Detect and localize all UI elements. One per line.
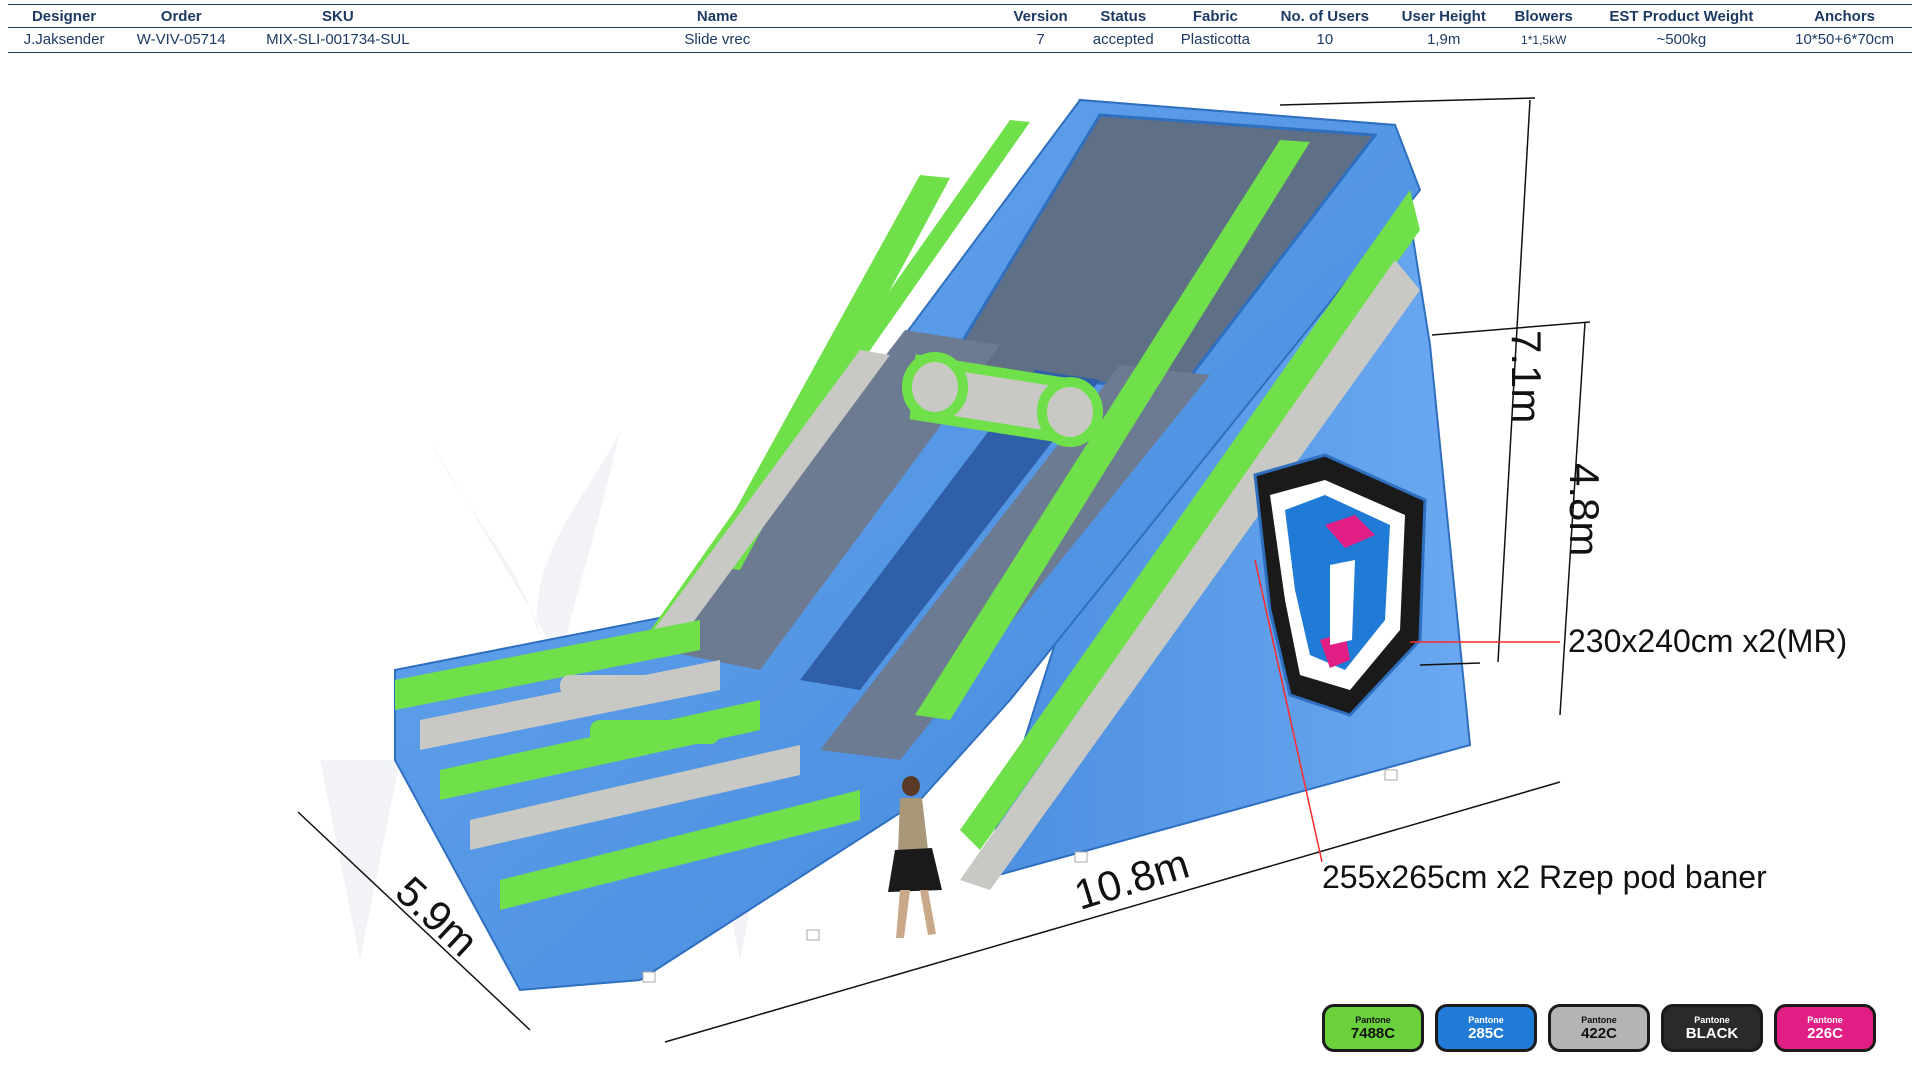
value-designer: J.Jaksender [8,27,121,53]
header-anchors: Anchors [1777,4,1912,28]
swatch-code: 422C [1581,1024,1617,1042]
value-users: 10 [1264,27,1386,53]
swatch-code: 226C [1807,1024,1843,1042]
spec-header-row: Designer Order SKU Name Version Status F… [8,4,1912,28]
swatch-label: Pantone [1468,1014,1504,1025]
header-version: Version [1001,4,1080,28]
pantone-swatch-226c: Pantone 226C [1774,1004,1876,1052]
slide-drawing: 7.1m 4.8m 10.8m 5.9m 230x240cm x2(MR) 25… [297,97,1847,1043]
value-blowers: 1*1,5kW [1501,27,1586,53]
swatch-code: BLACK [1685,1024,1739,1042]
swatch-code: 285C [1468,1024,1504,1042]
header-designer: Designer [8,4,121,28]
header-user-height: User Height [1385,4,1502,28]
spec-value-row: J.Jaksender W-VIV-05714 MIX-SLI-001734-S… [8,27,1912,53]
value-sku: MIX-SLI-001734-SUL [242,27,434,53]
crossbar-end-left [902,352,968,422]
value-fabric: Plasticotta [1166,27,1265,53]
header-name: Name [433,4,1002,28]
pantone-swatch-black: Pantone BLACK [1661,1004,1763,1052]
header-status: Status [1079,4,1167,28]
crossbar-end-right [1037,377,1103,447]
pantone-swatch-422c: Pantone 422C [1548,1004,1650,1052]
value-order: W-VIV-05714 [120,27,243,53]
callout-banner-mr: 230x240cm x2(MR) [1568,623,1847,659]
value-version: 7 [1001,27,1080,53]
swatch-code: 7488C [1350,1024,1396,1042]
pantone-swatches: Pantone 7488C Pantone 285C Pantone 422C … [1322,1004,1876,1052]
dim-height-side: 4.8m [1561,463,1608,556]
value-name: Slide vrec [433,27,1002,53]
spec-table: Designer Order SKU Name Version Status F… [8,4,1912,53]
swatch-label: Pantone [1694,1014,1730,1025]
swatch-label: Pantone [1581,1014,1617,1025]
header-sku: SKU [242,4,434,28]
swatch-label: Pantone [1807,1014,1843,1025]
value-status: accepted [1079,27,1167,53]
value-user-height: 1,9m [1385,27,1502,53]
header-blowers: Blowers [1501,4,1586,28]
header-weight: EST Product Weight [1585,4,1778,28]
header-fabric: Fabric [1166,4,1265,28]
pantone-swatch-285c: Pantone 285C [1435,1004,1537,1052]
header-order: Order [120,4,243,28]
swatch-label: Pantone [1355,1014,1391,1025]
header-users: No. of Users [1264,4,1386,28]
dim-height-total: 7.1m [1503,330,1550,423]
pantone-swatch-7488c: Pantone 7488C [1322,1004,1424,1052]
callout-banner-velcro: 255x265cm x2 Rzep pod baner [1322,859,1767,895]
value-anchors: 10*50+6*70cm [1777,27,1912,53]
value-weight: ~500kg [1585,27,1778,53]
